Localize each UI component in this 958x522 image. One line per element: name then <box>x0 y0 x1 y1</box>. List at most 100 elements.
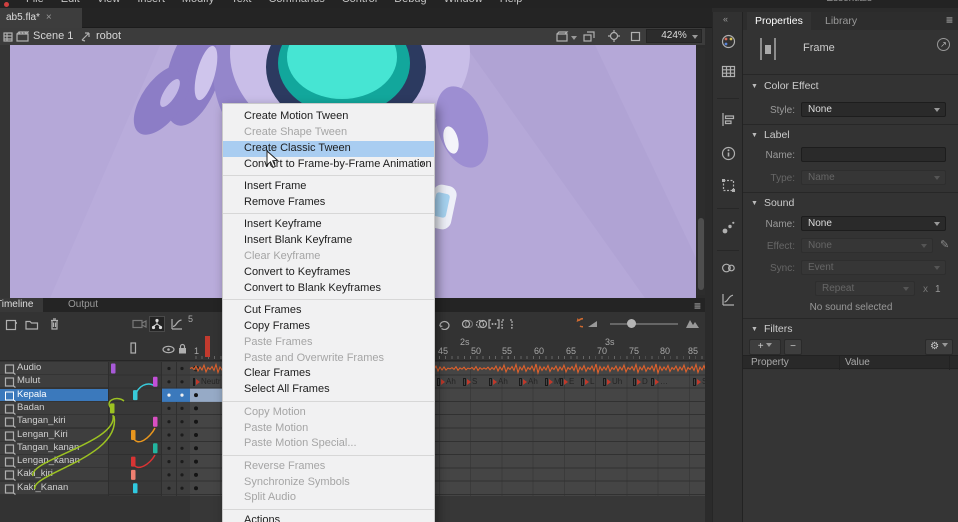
lock-icon[interactable] <box>177 343 188 355</box>
grid-icon[interactable] <box>3 32 13 42</box>
menu-item-create-classic-tween[interactable]: Create Classic Tween <box>223 141 434 157</box>
tab-properties[interactable]: Properties <box>747 12 811 30</box>
label-name-label: Name: <box>743 150 795 161</box>
tab-output[interactable]: Output <box>58 298 108 312</box>
lipsync-keyframe[interactable]: Neutral <box>193 375 221 388</box>
close-tab-icon[interactable]: × <box>46 12 52 23</box>
menu-item-paste-frames: Paste Frames <box>223 335 434 351</box>
lipsync-keyframe[interactable]: M <box>545 375 561 388</box>
creative-cloud-icon[interactable] <box>721 260 736 275</box>
menu-item-remove-frames[interactable]: Remove Frames <box>223 195 434 211</box>
lipsync-keyframe[interactable]: E <box>560 375 574 388</box>
lipsync-keyframe[interactable]: D <box>633 375 648 388</box>
convert-arrow-icon[interactable]: ↗ <box>937 38 950 51</box>
step-back-icon[interactable] <box>569 317 583 330</box>
section-label[interactable]: ▼Label <box>751 129 790 141</box>
timeline-menu-icon[interactable]: ≡ <box>694 299 701 313</box>
stage-vertical-scrollbar[interactable] <box>697 48 705 295</box>
transform-panel-icon[interactable] <box>721 178 736 193</box>
lipsync-keyframe[interactable]: Ah <box>437 375 456 388</box>
align-panel-icon[interactable] <box>721 112 736 127</box>
loop-playback-icon[interactable] <box>437 318 451 330</box>
menu-modify[interactable]: Modify <box>182 0 214 5</box>
menu-item-cut-frames[interactable]: Cut Frames <box>223 303 434 319</box>
sound-name-select[interactable]: None <box>801 216 946 231</box>
expand-panels-icon[interactable]: « <box>723 14 728 24</box>
delete-layer-trash-icon[interactable] <box>49 317 60 330</box>
edit-scene-icon[interactable] <box>556 31 570 42</box>
motion-editor-icon[interactable] <box>721 292 736 307</box>
menu-control[interactable]: Control <box>342 0 377 5</box>
edit-symbols-icon[interactable] <box>583 31 596 42</box>
center-frame-icon[interactable] <box>608 30 620 42</box>
lipsync-keyframe[interactable]: S <box>463 375 477 388</box>
zoom-out-wedge-icon[interactable] <box>588 320 598 328</box>
panel-menu-icon[interactable]: ≡ <box>946 13 953 27</box>
menu-file[interactable]: File <box>26 0 44 5</box>
menu-item-copy-frames[interactable]: Copy Frames <box>223 319 434 335</box>
lipsync-keyframe[interactable]: S <box>693 375 705 388</box>
label-name-input[interactable] <box>801 147 946 162</box>
menu-item-convert-to-blank-keyframes[interactable]: Convert to Blank Keyframes <box>223 281 434 297</box>
camera-icon[interactable] <box>132 319 147 329</box>
menu-view[interactable]: View <box>97 0 121 5</box>
section-filters[interactable]: ▼Filters <box>751 323 793 335</box>
info-panel-icon[interactable] <box>721 146 736 161</box>
workspace-switcher[interactable]: Essentials <box>826 0 872 4</box>
menu-insert[interactable]: Insert <box>137 0 165 5</box>
section-color-effect[interactable]: ▼Color Effect <box>751 80 819 92</box>
zoom-slider-knob[interactable] <box>627 319 636 328</box>
menu-item-convert-to-keyframes[interactable]: Convert to Keyframes <box>223 265 434 281</box>
menu-item-insert-frame[interactable]: Insert Frame <box>223 179 434 195</box>
menu-item-select-all-frames[interactable]: Select All Frames <box>223 382 434 398</box>
menu-text[interactable]: Text <box>231 0 251 5</box>
menu-commands[interactable]: Commands <box>268 0 324 5</box>
brush-library-icon[interactable] <box>721 220 736 235</box>
lipsync-keyframe[interactable]: Uh <box>603 375 622 388</box>
breadcrumb-scene[interactable]: Scene 1 <box>33 30 73 42</box>
onion-skin-icon[interactable] <box>461 318 473 330</box>
document-tab[interactable]: ab5.fla*× <box>0 8 82 28</box>
repeat-times-value[interactable]: 1 <box>935 284 941 295</box>
frame-context-menu: Create Motion Tween Create Shape Tween C… <box>222 103 435 522</box>
edit-multiple-frames-icon[interactable] <box>488 318 500 330</box>
outline-view-icon[interactable] <box>630 31 641 42</box>
lipsync-keyframe[interactable]: L <box>581 375 594 388</box>
modify-markers-icon[interactable] <box>501 318 513 330</box>
new-folder-icon[interactable] <box>25 319 39 330</box>
menu-item-create-motion-tween[interactable]: Create Motion Tween <box>223 109 434 125</box>
tab-timeline[interactable]: Timeline <box>0 298 43 312</box>
swatches-panel-icon[interactable] <box>721 64 736 79</box>
edit-sound-pencil-icon[interactable]: ✎ <box>940 238 949 251</box>
playhead[interactable] <box>205 336 210 357</box>
new-layer-icon[interactable] <box>5 318 18 331</box>
zoom-in-mountains-icon[interactable] <box>685 317 700 329</box>
menu-item-insert-blank-keyframe[interactable]: Insert Blank Keyframe <box>223 233 434 249</box>
add-filter-button[interactable]: + <box>749 339 781 355</box>
lipsync-keyframe[interactable]: Ah <box>489 375 508 388</box>
menu-item-insert-keyframe[interactable]: Insert Keyframe <box>223 217 434 233</box>
timeline-zoom-slider[interactable] <box>610 323 678 325</box>
graph-editor-icon[interactable] <box>170 317 184 331</box>
lipsync-keyframe[interactable]: … <box>651 375 668 388</box>
layer-parenting-view-button[interactable] <box>149 316 165 332</box>
eye-visibility-icon[interactable] <box>162 345 175 354</box>
remove-filter-button[interactable]: − <box>784 339 802 355</box>
menu-help[interactable]: Help <box>500 0 523 5</box>
menu-item-actions[interactable]: Actions <box>223 513 434 522</box>
lipsync-keyframe[interactable]: Ah <box>519 375 538 388</box>
scrollbar-thumb[interactable] <box>698 218 704 290</box>
breadcrumb-symbol[interactable]: robot <box>96 30 121 42</box>
section-sound[interactable]: ▼Sound <box>751 197 794 209</box>
menu-debug[interactable]: Debug <box>394 0 426 5</box>
menu-window[interactable]: Window <box>444 0 483 5</box>
menu-item-clear-frames[interactable]: Clear Frames <box>223 366 434 382</box>
onion-skin-outline-icon[interactable] <box>475 318 487 330</box>
menu-item-convert-frame-by-frame[interactable]: Convert to Frame-by-Frame Animation› <box>223 157 434 173</box>
filter-options-gear-button[interactable]: ⚙ <box>925 339 953 355</box>
menu-edit[interactable]: Edit <box>61 0 80 5</box>
color-panel-icon[interactable] <box>721 34 736 49</box>
style-select[interactable]: None <box>801 102 946 117</box>
mouse-cursor <box>266 150 279 169</box>
tab-library[interactable]: Library <box>817 12 865 30</box>
